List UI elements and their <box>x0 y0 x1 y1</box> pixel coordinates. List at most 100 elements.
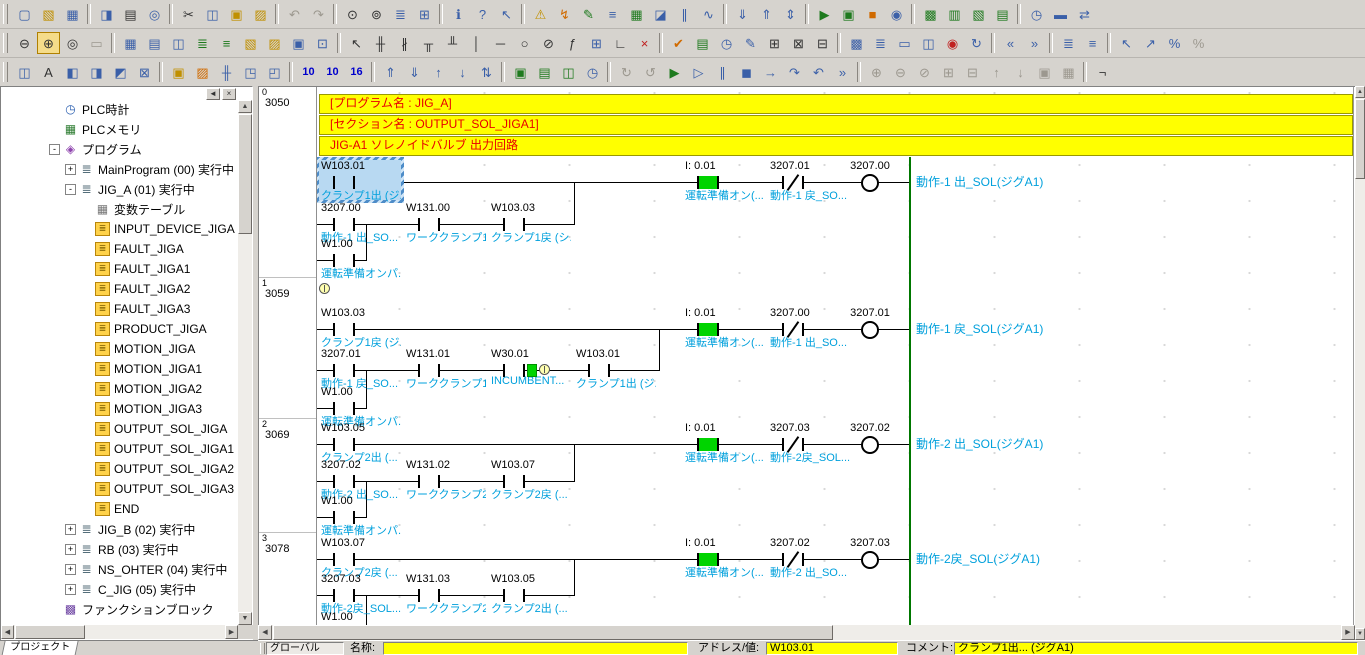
move-rung-down-button[interactable]: ↓ <box>451 61 474 83</box>
ladder-contact[interactable]: I: 0.01 運転準備オン(... <box>683 537 767 579</box>
mnemonic-view-button[interactable]: ≣ <box>869 32 892 54</box>
toolbar-grip[interactable] <box>3 4 8 24</box>
expander-minus-icon[interactable]: - <box>49 144 60 155</box>
swap-rungs-button[interactable]: ⇅ <box>475 61 498 83</box>
ladder-contact[interactable]: 3207.01 動作-1 戻_SO... <box>319 348 403 390</box>
tree-item-programs[interactable]: -◈プログラム <box>1 139 239 159</box>
tree-hscroll-thumb[interactable] <box>15 625 85 639</box>
replace-button[interactable]: ⊚ <box>365 3 388 25</box>
tile-horizontal-button[interactable]: ◨ <box>85 61 108 83</box>
toolbar-grip[interactable] <box>3 33 8 53</box>
scale-down-button[interactable]: % <box>1187 32 1210 54</box>
expander-minus-icon[interactable]: - <box>65 184 76 195</box>
move-rung-up-button[interactable]: ↑ <box>427 61 450 83</box>
address-reference-button[interactable]: ≣ <box>389 3 412 25</box>
new-file-button[interactable]: ▢ <box>13 3 36 25</box>
tree-scroll-left-button[interactable]: ◀ <box>1 625 14 639</box>
tree-item-ns-ohter[interactable]: +≣NS_OHTER (04) 実行中 <box>1 559 239 579</box>
tree-item-output-sol-jiga2[interactable]: ≣OUTPUT_SOL_JIGA2 <box>1 459 239 479</box>
force-off-button[interactable]: ⊖ <box>889 61 912 83</box>
upload-from-plc-button[interactable]: ⇑ <box>755 3 778 25</box>
step-over-button[interactable]: ↷ <box>783 61 806 83</box>
info-button[interactable]: ℹ <box>447 3 470 25</box>
zoom-normal-button[interactable]: ◎ <box>61 32 84 54</box>
pause-button[interactable]: ∥ <box>711 61 734 83</box>
step-into-button[interactable]: → <box>759 61 782 83</box>
highlight-style-button[interactable]: ▣ <box>167 61 190 83</box>
overview-window-button[interactable]: ◳ <box>239 61 262 83</box>
select-tool-button[interactable]: ↖ <box>345 32 368 54</box>
contact-no-button[interactable]: ╫ <box>369 32 392 54</box>
plc-memory-button[interactable]: ▩ <box>919 3 942 25</box>
expander-plus-icon[interactable]: + <box>65 164 76 175</box>
contact-or-nc-button[interactable]: ╨ <box>441 32 464 54</box>
tree-item-end[interactable]: ≣END <box>1 499 239 519</box>
rung-list-button[interactable]: ≣ <box>1057 32 1080 54</box>
run-button[interactable]: ▶ <box>663 61 686 83</box>
monitor-window-2-button[interactable]: ▤ <box>533 61 556 83</box>
expander-plus-icon[interactable]: + <box>65 524 76 535</box>
clear-monitor-button[interactable]: ▦ <box>1057 61 1080 83</box>
tree-item-motion-jiga3[interactable]: ≣MOTION_JIGA3 <box>1 399 239 419</box>
tree-item-output-sol-jiga[interactable]: ≣OUTPUT_SOL_JIGA <box>1 419 239 439</box>
reset-bit-button[interactable]: ⊟ <box>961 61 984 83</box>
ladder-contact[interactable]: W103.01 クランプ1出 (ジ... <box>574 348 658 390</box>
tree-item-fault-jiga[interactable]: ≣FAULT_JIGA <box>1 239 239 259</box>
find-button[interactable]: ⊙ <box>341 3 364 25</box>
function-block-button[interactable]: ⊞ <box>585 32 608 54</box>
delete-tool-button[interactable]: × <box>633 32 656 54</box>
plc-settings-button[interactable]: ◪ <box>649 3 672 25</box>
tree-scroll-down-button[interactable]: ▼ <box>238 612 252 625</box>
tree-item-fault-jiga3[interactable]: ≣FAULT_JIGA3 <box>1 299 239 319</box>
download-to-plc-button[interactable]: ⇓ <box>731 3 754 25</box>
toolbar-grip[interactable] <box>3 62 8 82</box>
monitor-window-1-button[interactable]: ▣ <box>509 61 532 83</box>
redo-button[interactable]: ↷ <box>307 3 330 25</box>
tile-vertical-button[interactable]: ◩ <box>109 61 132 83</box>
new-instruction-button[interactable]: ƒ <box>561 32 584 54</box>
ladder-contact[interactable]: W103.03 クランプ1戻 (ジ... <box>319 307 403 349</box>
expander-plus-icon[interactable]: + <box>65 544 76 555</box>
comment-width-10-button[interactable]: 10 <box>297 61 320 83</box>
horizontal-line-button[interactable]: ─ <box>489 32 512 54</box>
ladder-contact[interactable]: W103.01 クランプ1出 (ジ... <box>319 160 403 202</box>
ladder-view-button[interactable]: ▩ <box>845 32 868 54</box>
hold-monitor-button[interactable]: ▣ <box>1033 61 1056 83</box>
tree-item-product-jiga[interactable]: ≣PRODUCT_JIGA <box>1 319 239 339</box>
insert-rung-button[interactable]: ⊞ <box>763 32 786 54</box>
grid-style-button[interactable]: ▨ <box>191 61 214 83</box>
font-settings-button[interactable]: A <box>37 61 60 83</box>
ladder-contact[interactable]: W131.02 ワーククランプ2出... <box>404 459 488 501</box>
memory-view-button[interactable]: ▥ <box>943 3 966 25</box>
circuit-parts-button[interactable]: ╫ <box>215 61 238 83</box>
tree-item-output-sol-jiga3[interactable]: ≣OUTPUT_SOL_JIGA3 <box>1 479 239 499</box>
zoom-out-button[interactable]: ⊖ <box>13 32 36 54</box>
force-cancel-button[interactable]: ⊘ <box>913 61 936 83</box>
paste-button[interactable]: ▣ <box>225 3 248 25</box>
return-connector-button[interactable]: ¬ <box>1091 61 1114 83</box>
edit-report-button[interactable]: ◨ <box>95 3 118 25</box>
ladder-scroll-left-button[interactable]: ◀ <box>258 625 272 640</box>
ladder-coil[interactable]: 3207.02 <box>828 422 912 464</box>
contact-or-no-button[interactable]: ╥ <box>417 32 440 54</box>
data-trace-button[interactable]: ∿ <box>697 3 720 25</box>
ladder-contact[interactable]: W131.01 ワーククランプ1戻... <box>404 348 488 390</box>
ladder-contact[interactable]: W131.00 ワーククランプ1 出... <box>404 202 488 244</box>
online-edit-button[interactable]: ✎ <box>577 3 600 25</box>
coil-button[interactable]: ○ <box>513 32 536 54</box>
tree-scroll-right-button[interactable]: ▶ <box>225 625 238 639</box>
context-help-button[interactable]: ↖ <box>495 3 518 25</box>
timer-monitor-button[interactable]: ◷ <box>715 32 738 54</box>
program-check-button[interactable]: ✔ <box>667 32 690 54</box>
tree-item-fault-jiga1[interactable]: ≣FAULT_JIGA1 <box>1 259 239 279</box>
zoom-to-fit-button[interactable]: ▭ <box>85 32 108 54</box>
run-mode-button[interactable]: ▶ <box>813 3 836 25</box>
ladder-vscrollbar[interactable]: ▲ ▼ <box>1355 86 1365 640</box>
step-out-button[interactable]: ↶ <box>807 61 830 83</box>
ladder-contact[interactable]: I: 0.01 運転準備オン(... <box>683 422 767 464</box>
split-pane-button[interactable]: ◫ <box>13 61 36 83</box>
tree-item-plc-clock[interactable]: ◷PLC時計 <box>1 99 239 119</box>
detail-window-button[interactable]: ◰ <box>263 61 286 83</box>
address-field[interactable]: W103.01 <box>766 642 898 655</box>
ladder-contact[interactable]: W103.03 クランプ1戻 (シ... <box>489 202 573 244</box>
